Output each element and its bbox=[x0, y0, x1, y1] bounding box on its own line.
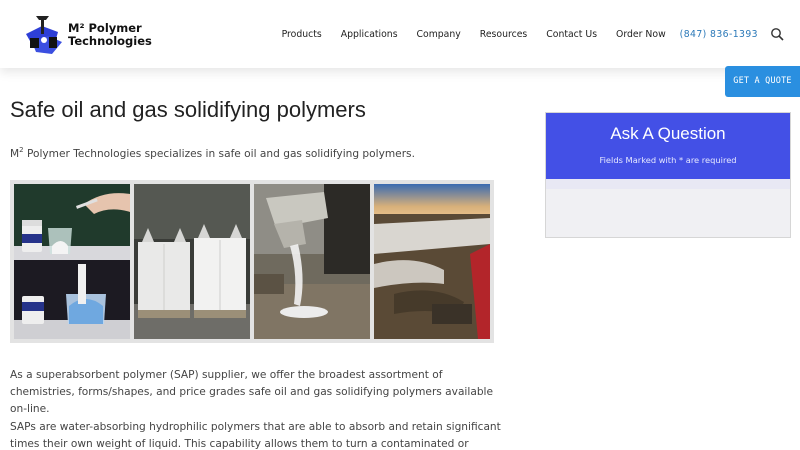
logo-icon bbox=[26, 16, 62, 54]
logo-text: M² Polymer Technologies bbox=[68, 22, 152, 48]
lab-beakers-photo bbox=[14, 184, 130, 339]
page-title: Safe oil and gas solidifying polymers bbox=[10, 97, 366, 122]
get-a-quote-button[interactable]: GET A QUOTE bbox=[725, 66, 800, 97]
nav-applications[interactable]: Applications bbox=[341, 29, 398, 40]
intro-text: M2 Polymer Technologies specializes in s… bbox=[10, 143, 502, 161]
paragraph-sap-supplier: As a superabsorbent polymer (SAP) suppli… bbox=[10, 369, 493, 415]
excavator-pouring-photo bbox=[254, 184, 370, 339]
paragraph-sap-definition: SAPs are water-absorbing hydrophilic pol… bbox=[10, 421, 501, 450]
site-header: M² Polymer Technologies Products Applica… bbox=[0, 0, 800, 68]
nav-phone-link[interactable]: (847) 836-1393 bbox=[680, 29, 758, 40]
nav-order-now[interactable]: Order Now bbox=[616, 29, 666, 40]
logo-line-2: Technologies bbox=[68, 34, 152, 48]
main-nav: Products Applications Company Resources … bbox=[263, 27, 784, 41]
nav-contact-us[interactable]: Contact Us bbox=[546, 29, 597, 40]
form-title: Ask A Question bbox=[610, 124, 726, 143]
form-header: Ask A Question Fields Marked with * are … bbox=[546, 113, 790, 179]
product-photo-strip bbox=[10, 180, 494, 343]
nav-company[interactable]: Company bbox=[417, 29, 461, 40]
site-logo[interactable]: M² Polymer Technologies bbox=[24, 12, 154, 56]
intro-rest: Polymer Technologies specializes in safe… bbox=[23, 148, 415, 160]
ask-a-question-form: Ask A Question Fields Marked with * are … bbox=[545, 112, 791, 238]
form-divider bbox=[546, 179, 790, 189]
intro-prefix: M bbox=[10, 148, 20, 160]
nav-products[interactable]: Products bbox=[282, 29, 322, 40]
warehouse-bulk-bags-photo bbox=[134, 184, 250, 339]
main-content: Safe oil and gas solidifying polymers M2… bbox=[10, 95, 502, 450]
oil-field-site-photo bbox=[374, 184, 490, 339]
form-required-note: Fields Marked with * are required bbox=[599, 155, 737, 165]
search-icon[interactable] bbox=[770, 27, 784, 41]
nav-resources[interactable]: Resources bbox=[480, 29, 527, 40]
